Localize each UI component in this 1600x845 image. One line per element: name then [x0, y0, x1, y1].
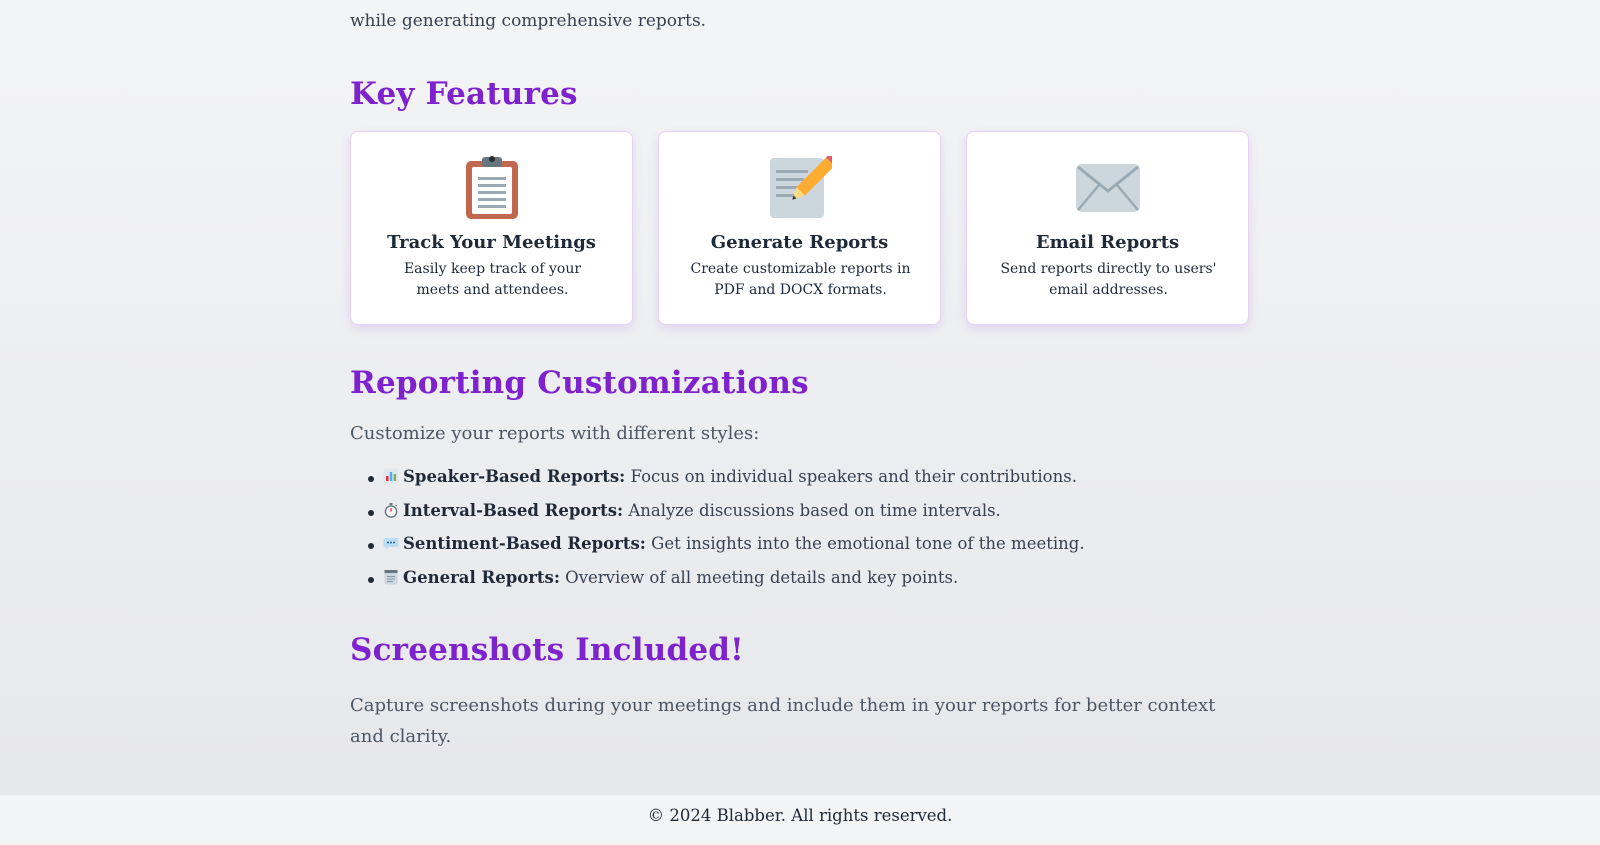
list-item-general: General Reports: Overview of all meeting…	[350, 568, 1085, 602]
intro-text: while generating comprehensive reports.	[350, 11, 707, 31]
customizations-intro: Customize your reports with different st…	[350, 423, 760, 444]
feature-title: Email Reports	[1035, 232, 1180, 253]
screenshots-description: Capture screenshots during your meetings…	[350, 695, 1216, 747]
list-item-interval-based: Interval-Based Reports: Analyze discussi…	[350, 501, 1085, 535]
bar-chart-icon	[383, 468, 399, 484]
memo-pencil-icon	[659, 154, 940, 222]
screenshots-heading: Screenshots Included!	[350, 632, 744, 668]
envelope-icon	[967, 154, 1248, 222]
reporting-customizations-heading: Reporting Customizations	[350, 365, 809, 401]
feature-title: Generate Reports	[710, 232, 889, 253]
feature-card-track-meetings: Track Your Meetings Easily keep track of…	[350, 131, 633, 325]
feature-cards: Track Your Meetings Easily keep track of…	[350, 131, 1250, 325]
list-item-speaker-based: Speaker-Based Reports: Focus on individu…	[350, 467, 1085, 501]
feature-card-email-reports: Email Reports Send reports directly to u…	[966, 131, 1249, 325]
feature-description: Easily keep track of your meets and atte…	[403, 261, 582, 298]
copyright-text: © 2024 Blabber. All rights reserved.	[647, 806, 953, 825]
footer: © 2024 Blabber. All rights reserved.	[0, 795, 1600, 845]
list-item-sentiment-based: Sentiment-Based Reports: Get insights in…	[350, 534, 1085, 568]
stopwatch-icon	[383, 502, 399, 518]
key-features-heading: Key Features	[350, 76, 578, 112]
feature-card-generate-reports: Generate Reports Create customizable rep…	[658, 131, 941, 325]
clipboard-icon	[351, 154, 632, 222]
speech-bubble-icon	[383, 535, 399, 551]
feature-description: Create customizable reports in PDF and D…	[690, 261, 911, 298]
report-styles-list: Speaker-Based Reports: Focus on individu…	[350, 467, 1085, 601]
feature-title: Track Your Meetings	[387, 232, 596, 253]
notepad-icon	[383, 569, 399, 585]
feature-description: Send reports directly to users' email ad…	[1000, 261, 1217, 298]
